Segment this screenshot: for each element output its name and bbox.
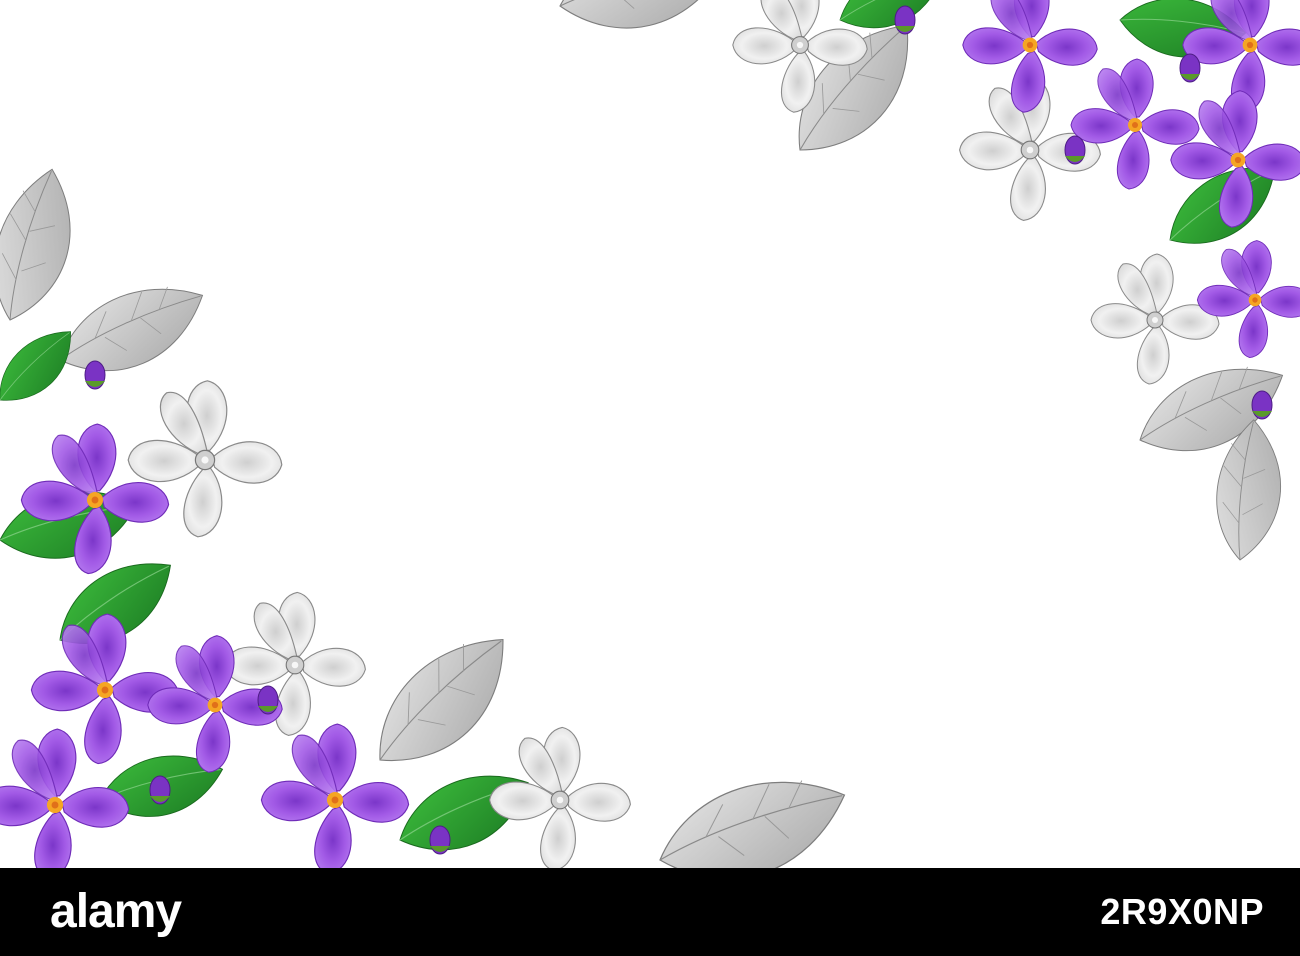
violet-bud xyxy=(1179,53,1201,83)
image-id-text: 2R9X0NP xyxy=(1100,891,1264,932)
violet-bud xyxy=(429,825,451,855)
gray-leaf xyxy=(0,159,94,332)
violet-bud xyxy=(149,775,171,805)
floral-illustration xyxy=(0,0,1300,868)
violet-bud xyxy=(84,360,106,390)
floral-frame-svg xyxy=(0,0,1300,868)
bottom-left-flower-cluster xyxy=(0,159,860,868)
white-flower xyxy=(1090,253,1220,385)
gray-leaf xyxy=(646,762,860,868)
violet-bud xyxy=(257,685,279,715)
violet-flower xyxy=(1196,240,1300,359)
gray-leaf xyxy=(552,0,736,41)
stock-photo: alamy 2R9X0NP xyxy=(0,0,1300,956)
gray-leaf xyxy=(352,616,535,788)
white-flower xyxy=(489,726,631,868)
violet-bud xyxy=(1251,390,1273,420)
top-right-flower-cluster xyxy=(552,0,1300,566)
violet-bud xyxy=(1064,135,1086,165)
violet-bud xyxy=(894,5,916,35)
brand-logo-text: alamy xyxy=(50,885,182,938)
watermark-bar: alamy 2R9X0NP xyxy=(0,868,1300,956)
violet-flower xyxy=(962,0,1098,113)
gray-leaf xyxy=(46,269,218,391)
